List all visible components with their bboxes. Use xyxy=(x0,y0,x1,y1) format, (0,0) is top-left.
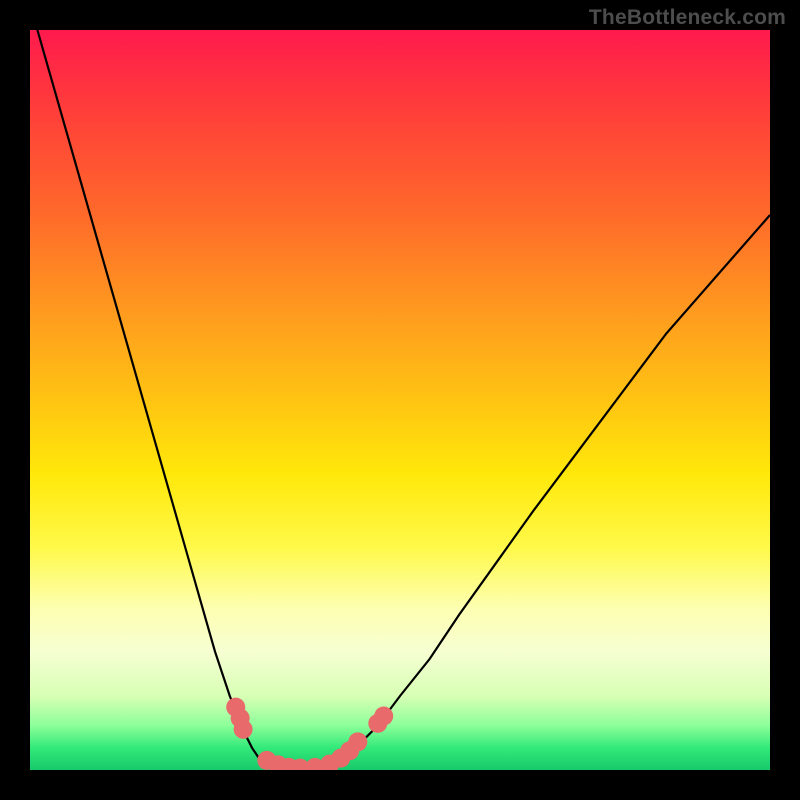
marker-point xyxy=(348,732,367,751)
curve-left-branch xyxy=(37,30,274,769)
marker-point xyxy=(374,706,393,725)
curve-layer xyxy=(30,30,770,770)
watermark-text: TheBottleneck.com xyxy=(589,6,786,30)
curve-right-branch xyxy=(341,215,770,758)
marker-point xyxy=(234,720,253,739)
chart-frame: TheBottleneck.com xyxy=(0,0,800,800)
plot-area xyxy=(30,30,770,770)
